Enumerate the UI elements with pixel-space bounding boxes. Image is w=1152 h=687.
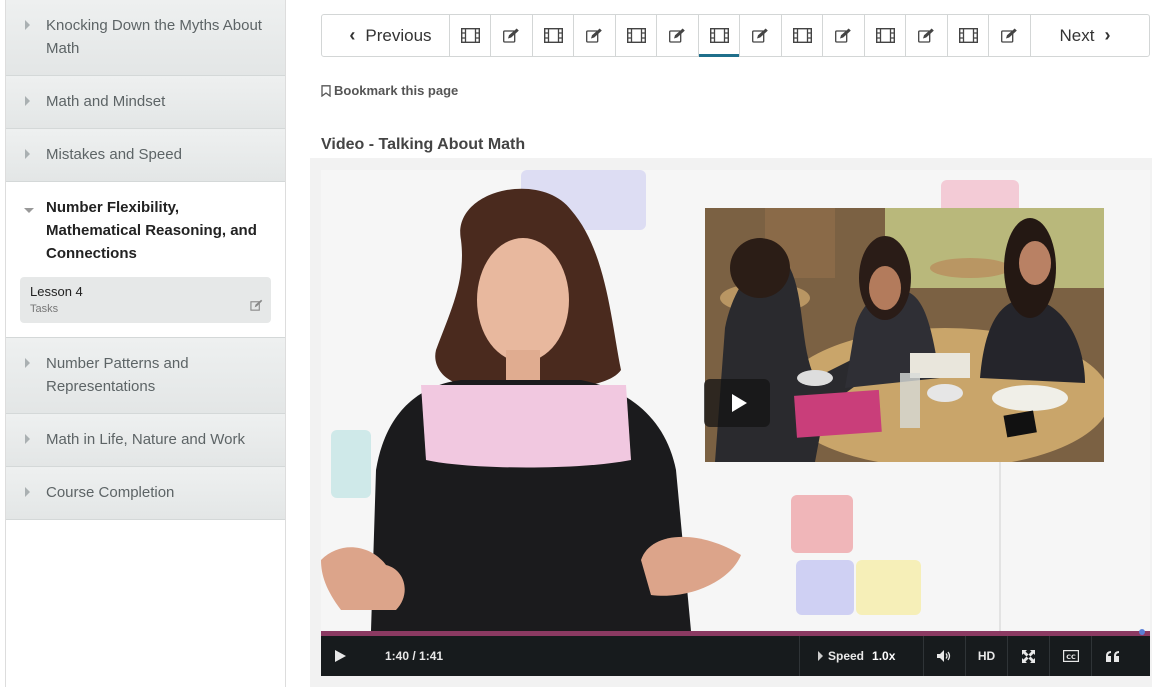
fullscreen-button[interactable] xyxy=(1007,636,1049,676)
volume-button[interactable] xyxy=(923,636,965,676)
section-course-completion[interactable]: Course Completion xyxy=(6,467,285,520)
lesson-subtitle: Tasks xyxy=(30,303,59,315)
lesson-item[interactable]: Lesson 4 Tasks xyxy=(20,277,271,323)
speed-value: 1.0x xyxy=(872,649,896,663)
speed-button[interactable]: Speed 1.0x xyxy=(799,636,923,676)
edit-icon xyxy=(586,28,603,43)
video-icon xyxy=(875,28,895,43)
section-knocking-down-myths[interactable]: Knocking Down the Myths About Math xyxy=(6,0,285,76)
play-icon xyxy=(334,650,346,662)
background-shape xyxy=(856,560,921,615)
next-button[interactable]: Next › xyxy=(1031,15,1149,56)
expand-triangle-icon xyxy=(25,20,30,30)
sequence-unit-problem[interactable] xyxy=(491,15,533,56)
video-icon xyxy=(958,28,978,43)
edit-icon xyxy=(669,28,686,43)
sequence-unit-problem[interactable] xyxy=(574,15,616,56)
time-display: 1:40 / 1:41 xyxy=(385,649,444,663)
sequence-unit-problem[interactable] xyxy=(657,15,699,56)
closed-captions-icon: CC xyxy=(1062,650,1079,662)
video-icon xyxy=(709,28,729,43)
quote-icon xyxy=(1105,650,1119,662)
bookmark-label: Bookmark this page xyxy=(334,83,459,98)
section-label: Number Flexibility, Mathematical Reasoni… xyxy=(46,199,257,262)
section-label: Mistakes and Speed xyxy=(46,146,182,163)
sequence-nav: ‹ Previous Next › xyxy=(321,14,1150,57)
bookmark-icon xyxy=(321,84,331,97)
caret-right-icon xyxy=(818,651,823,661)
captions-button[interactable]: CC xyxy=(1049,636,1091,676)
page: Knocking Down the Myths About Math Math … xyxy=(0,0,1152,687)
sequence-unit-problem[interactable] xyxy=(989,15,1031,56)
expand-triangle-icon xyxy=(25,96,30,106)
previous-label: Previous xyxy=(365,25,432,45)
svg-text:CC: CC xyxy=(1066,653,1076,661)
sequence-unit-problem[interactable] xyxy=(823,15,865,56)
chevron-left-icon: ‹ xyxy=(349,25,356,45)
section-math-in-life[interactable]: Math in Life, Nature and Work xyxy=(6,414,285,467)
section-number-flexibility[interactable]: Number Flexibility, Mathematical Reasoni… xyxy=(6,182,285,277)
speed-label: Speed xyxy=(828,649,865,663)
next-label: Next xyxy=(1059,25,1095,45)
sequence-unit-video[interactable] xyxy=(533,15,575,56)
play-overlay-button[interactable] xyxy=(704,379,770,427)
expand-triangle-icon xyxy=(25,434,30,444)
hd-button[interactable]: HD xyxy=(965,636,1007,676)
lesson-list: Lesson 4 Tasks xyxy=(6,277,285,338)
expand-triangle-icon xyxy=(25,487,30,497)
sequence-unit-video[interactable] xyxy=(698,15,741,57)
course-outline-sidebar: Knocking Down the Myths About Math Math … xyxy=(5,0,286,687)
edit-icon xyxy=(918,28,935,43)
edit-icon xyxy=(835,28,852,43)
video-icon xyxy=(792,28,812,43)
presenter-image xyxy=(321,188,741,631)
chevron-right-icon: › xyxy=(1104,25,1111,45)
previous-button[interactable]: ‹ Previous xyxy=(322,15,450,56)
sequence-unit-problem[interactable] xyxy=(740,15,782,56)
video-player[interactable] xyxy=(321,170,1150,631)
section-number-patterns[interactable]: Number Patterns and Representations xyxy=(6,338,285,414)
background-shape xyxy=(796,560,854,615)
play-button[interactable] xyxy=(321,636,359,676)
background-shape xyxy=(791,495,853,553)
expand-triangle-icon xyxy=(25,358,30,368)
expand-triangle-icon xyxy=(25,149,30,159)
lesson-title: Lesson 4 xyxy=(30,284,83,299)
section-math-and-mindset[interactable]: Math and Mindset xyxy=(6,76,285,129)
sequence-units xyxy=(450,15,1031,57)
sequence-unit-video[interactable] xyxy=(865,15,907,56)
section-label: Math and Mindset xyxy=(46,93,166,110)
video-icon xyxy=(460,28,480,43)
collapse-triangle-icon xyxy=(24,208,34,213)
bookmark-button[interactable]: Bookmark this page xyxy=(321,83,458,98)
background-line xyxy=(999,460,1001,631)
section-mistakes-and-speed[interactable]: Mistakes and Speed xyxy=(6,129,285,182)
video-title: Video - Talking About Math xyxy=(321,136,526,153)
sequence-unit-video[interactable] xyxy=(616,15,658,56)
section-label: Knocking Down the Myths About Math xyxy=(46,17,262,57)
section-label: Math in Life, Nature and Work xyxy=(46,431,245,448)
edit-icon xyxy=(1001,28,1018,43)
fullscreen-icon xyxy=(1022,649,1035,663)
video-controls: 1:40 / 1:41 Speed 1.0x HD CC xyxy=(321,636,1150,676)
section-label: Course Completion xyxy=(46,484,175,501)
video-icon xyxy=(543,28,563,43)
video-icon xyxy=(626,28,646,43)
sequence-unit-video[interactable] xyxy=(948,15,990,56)
progress-handle[interactable] xyxy=(1138,629,1145,635)
sequence-unit-video[interactable] xyxy=(450,15,492,56)
edit-icon xyxy=(752,28,769,43)
transcript-button[interactable] xyxy=(1091,636,1133,676)
edit-icon xyxy=(250,299,263,311)
volume-icon xyxy=(936,650,950,662)
sequence-unit-problem[interactable] xyxy=(906,15,948,56)
sequence-unit-video[interactable] xyxy=(782,15,824,56)
section-label: Number Patterns and Representations xyxy=(46,355,189,395)
edit-icon xyxy=(503,28,520,43)
